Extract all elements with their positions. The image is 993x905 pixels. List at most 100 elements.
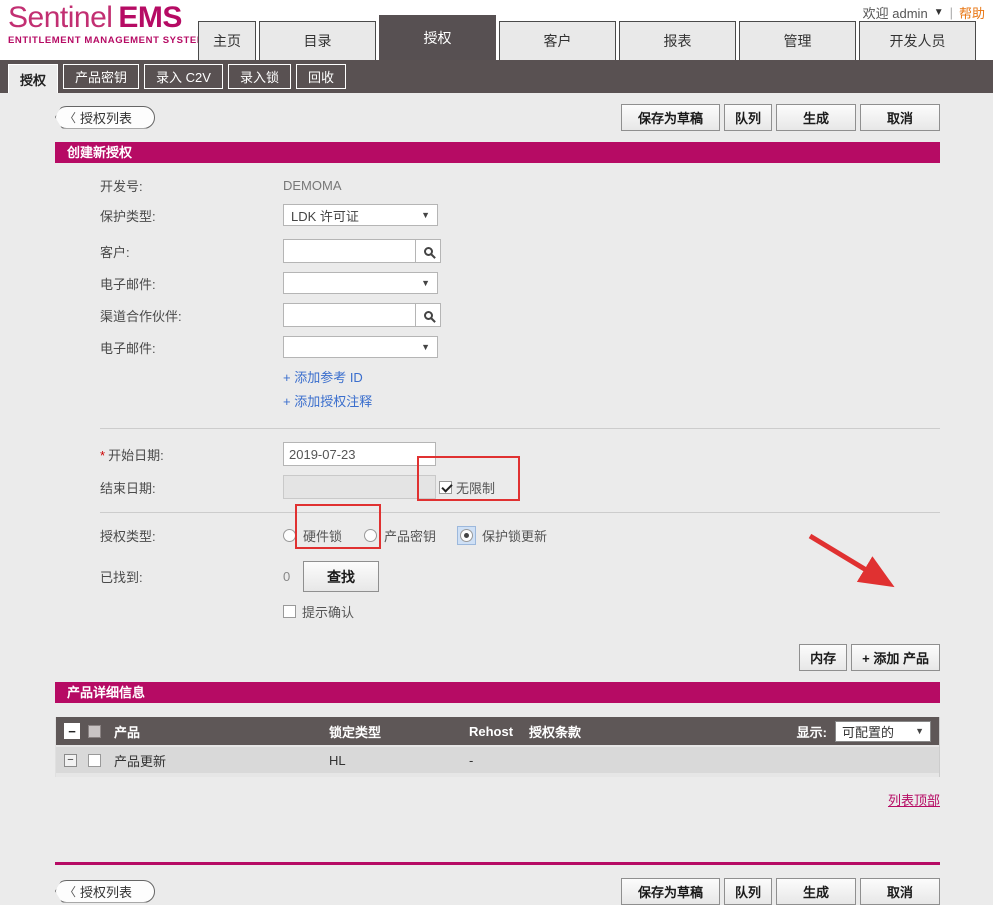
table-row[interactable]: − 产品更新 HL -	[56, 747, 939, 773]
back-button-label: 授权列表	[80, 882, 132, 901]
entitlement-form: 开发号: DEMOMA 保护类型: LDK 许可证 ▼ 客户: 电子邮件: ▼ …	[55, 163, 940, 621]
start-date-input[interactable]	[283, 442, 436, 466]
show-filter-selected-value: 可配置的	[842, 722, 894, 741]
save-draft-button-bottom[interactable]: 保存为草稿	[621, 878, 720, 905]
chevron-down-icon: ▼	[421, 342, 430, 352]
customer-label: 客户:	[100, 242, 283, 261]
chevron-down-icon: ▼	[421, 278, 430, 288]
queue-button-top[interactable]: 队列	[724, 104, 772, 131]
entitlement-type-label: 授权类型:	[100, 526, 283, 545]
sentinel-ems-page: { "colors": { "brand_magenta": "#b60b64"…	[0, 0, 993, 856]
logo-name: Sentinel	[8, 1, 112, 34]
nav-tab-administration[interactable]: 管理	[739, 21, 856, 60]
prompt-confirm-row: 提示确认	[283, 602, 940, 621]
search-icon	[424, 247, 433, 256]
channel-partner-input[interactable]	[283, 303, 416, 327]
back-button-label: 授权列表	[80, 108, 132, 127]
memory-button[interactable]: 内存	[799, 644, 847, 671]
form-divider-2	[100, 512, 940, 513]
radio-icon[interactable]	[364, 529, 377, 542]
add-reference-id-link[interactable]: + 添加参考 ID	[283, 367, 940, 386]
rehost-column-header[interactable]: Rehost	[469, 724, 529, 739]
channel-partner-label: 渠道合作伙伴:	[100, 306, 283, 325]
back-to-entitlement-list-button-bottom[interactable]: 〈 授权列表	[55, 880, 155, 903]
show-filter-select[interactable]: 可配置的 ▼	[835, 721, 931, 742]
subnav-tab-checkin-c2v[interactable]: 录入 C2V	[144, 64, 223, 89]
row-expander-icon[interactable]: −	[64, 754, 77, 767]
customer-search-button[interactable]	[416, 239, 441, 263]
developer-id-row: 开发号: DEMOMA	[100, 176, 940, 195]
nav-tab-catalog[interactable]: 目录	[259, 21, 376, 60]
radio-option-protection-key-update[interactable]: 保护锁更新	[458, 526, 547, 545]
developer-id-label: 开发号:	[100, 176, 283, 195]
license-terms-column-header[interactable]: 授权条款	[529, 722, 797, 741]
end-date-input	[283, 475, 436, 499]
row-product-name: 产品更新	[114, 751, 329, 770]
find-button[interactable]: 查找	[303, 561, 379, 592]
add-entitlement-note-link[interactable]: + 添加授权注释	[283, 391, 940, 410]
collapse-all-cell: −	[56, 723, 88, 739]
channel-partner-search-button[interactable]	[416, 303, 441, 327]
save-draft-button-top[interactable]: 保存为草稿	[621, 104, 720, 131]
form-divider-1	[100, 428, 940, 429]
customer-email-label: 电子邮件:	[100, 274, 283, 293]
radio-option-product-key[interactable]: 产品密钥	[364, 526, 436, 545]
chevron-down-icon: ▼	[421, 210, 430, 220]
customer-email-select[interactable]: ▼	[283, 272, 438, 294]
generate-button-bottom[interactable]: 生成	[776, 878, 856, 905]
radio-option-hardware-key[interactable]: 硬件锁	[283, 526, 342, 545]
top-of-list-row: 列表顶部	[55, 790, 940, 809]
subnav-tab-product-keys[interactable]: 产品密钥	[63, 64, 139, 89]
entitlement-type-row: 授权类型: 硬件锁 产品密钥 保护锁更新	[100, 526, 940, 545]
developer-id-value: DEMOMA	[283, 178, 342, 193]
radio-label: 产品密钥	[384, 526, 436, 545]
unlimited-checkbox-label: 无限制	[456, 478, 495, 497]
nav-tab-home[interactable]: 主页	[198, 21, 256, 60]
lock-type-column-header[interactable]: 锁定类型	[329, 722, 469, 741]
cancel-button-bottom[interactable]: 取消	[860, 878, 940, 905]
protection-type-selected-value: LDK 许可证	[291, 206, 359, 225]
subnav-tab-entitlements[interactable]: 授权	[8, 64, 58, 93]
products-table: − 产品 锁定类型 Rehost 授权条款 显示: 可配置的 ▼ − 产品更新 …	[55, 717, 940, 777]
cancel-button-top[interactable]: 取消	[860, 104, 940, 131]
unlimited-checkbox[interactable]	[439, 481, 452, 494]
product-column-header[interactable]: 产品	[114, 722, 329, 741]
prompt-confirm-checkbox[interactable]	[283, 605, 296, 618]
collapse-all-icon[interactable]: −	[64, 723, 80, 739]
protection-type-select[interactable]: LDK 许可证 ▼	[283, 204, 438, 226]
nav-tab-customers[interactable]: 客户	[499, 21, 616, 60]
add-links-block: + 添加参考 ID + 添加授权注释	[283, 367, 940, 415]
radio-selected-icon[interactable]	[460, 529, 473, 542]
queue-button-bottom[interactable]: 队列	[724, 878, 772, 905]
radio-icon[interactable]	[283, 529, 296, 542]
logo-tagline: ENTITLEMENT MANAGEMENT SYSTEM	[8, 35, 205, 46]
bottom-toolbar: 〈 授权列表 保存为草稿 队列 生成 取消	[55, 877, 940, 905]
row-checkbox[interactable]	[88, 754, 101, 767]
select-all-checkbox[interactable]	[88, 725, 101, 738]
main-nav: 主页 目录 授权 客户 报表 管理 开发人员	[198, 15, 976, 60]
nav-tab-developer[interactable]: 开发人员	[859, 21, 976, 60]
top-of-list-link[interactable]: 列表顶部	[888, 793, 940, 808]
logo-suffix: EMS	[118, 1, 182, 34]
back-to-entitlement-list-button-top[interactable]: 〈 授权列表	[55, 106, 155, 129]
add-product-button[interactable]: + 添加 产品	[851, 644, 940, 671]
customer-row: 客户:	[100, 239, 940, 263]
partner-email-label: 电子邮件:	[100, 338, 283, 357]
subnav-tab-checkin-key[interactable]: 录入锁	[228, 64, 291, 89]
products-table-header: − 产品 锁定类型 Rehost 授权条款 显示: 可配置的 ▼	[56, 717, 939, 745]
show-filter-label: 显示:	[797, 722, 827, 741]
chevron-down-icon: ▼	[915, 726, 924, 736]
subnav-tab-revoke[interactable]: 回收	[296, 64, 346, 89]
generate-button-top[interactable]: 生成	[776, 104, 856, 131]
customer-input[interactable]	[283, 239, 416, 263]
partner-email-select[interactable]: ▼	[283, 336, 438, 358]
logo-title: SentinelEMS	[8, 2, 205, 34]
back-chevron-icon: 〈	[64, 109, 76, 126]
sentinel-ems-logo: SentinelEMS ENTITLEMENT MANAGEMENT SYSTE…	[8, 2, 205, 46]
row-lock-type: HL	[329, 753, 469, 768]
nav-tab-entitlements[interactable]: 授权	[379, 15, 496, 60]
radio-label: 硬件锁	[303, 526, 342, 545]
top-header: SentinelEMS ENTITLEMENT MANAGEMENT SYSTE…	[0, 0, 993, 60]
nav-tab-reports[interactable]: 报表	[619, 21, 736, 60]
channel-partner-row: 渠道合作伙伴:	[100, 303, 940, 327]
